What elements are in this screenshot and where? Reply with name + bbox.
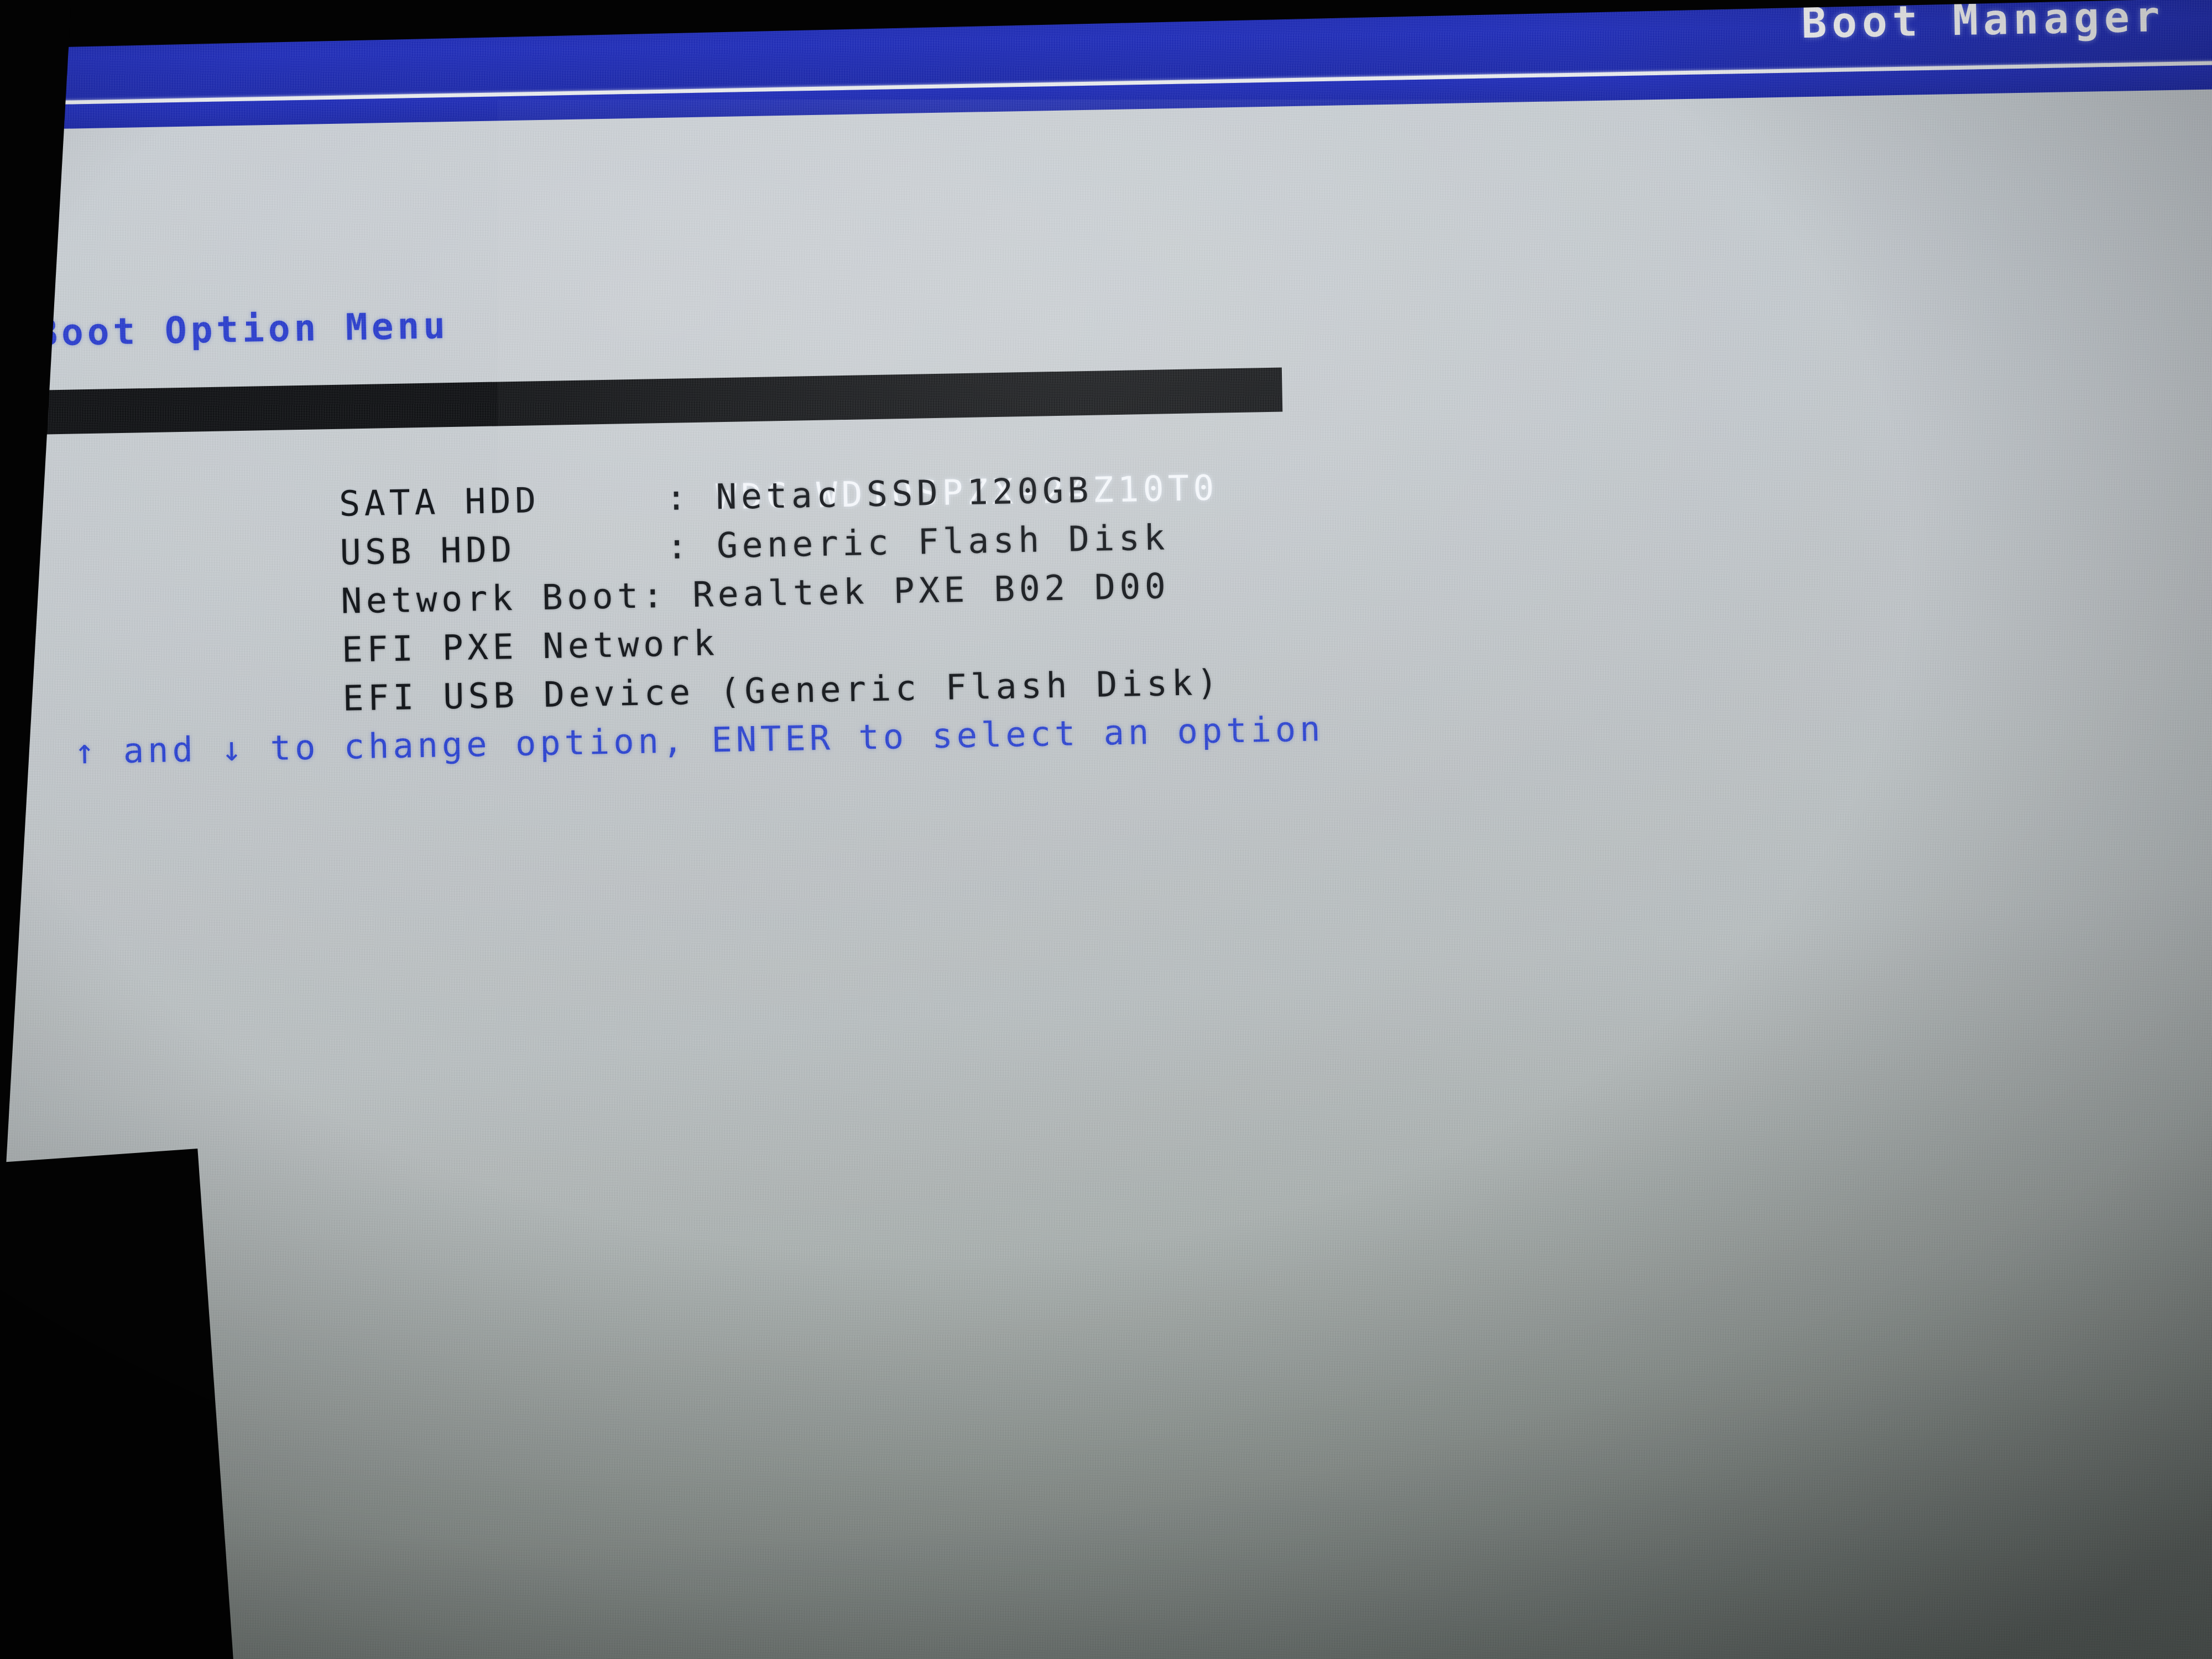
boot-option-label: EFI PXE Network (341, 623, 719, 670)
boot-option-list[interactable]: SATA HDD : WDC WD10SPZX-24Z10T0 SATA HDD… (31, 361, 1533, 719)
photographed-monitor: Boot Manager Boot Option Menu SATA HDD :… (0, 0, 2212, 1659)
screen-rotor: Boot Manager Boot Option Menu SATA HDD :… (0, 0, 2212, 1659)
bios-screen: Boot Manager Boot Option Menu SATA HDD :… (0, 0, 2212, 1659)
boot-option-menu-heading: Boot Option Menu (35, 304, 450, 354)
main-content: Boot Option Menu SATA HDD : WDC WD10SPZX… (0, 88, 2212, 1659)
page-title: Boot Manager (1801, 0, 2166, 48)
boot-option-label: EFI USB Device (Generic Flash Disk) (342, 662, 1223, 719)
